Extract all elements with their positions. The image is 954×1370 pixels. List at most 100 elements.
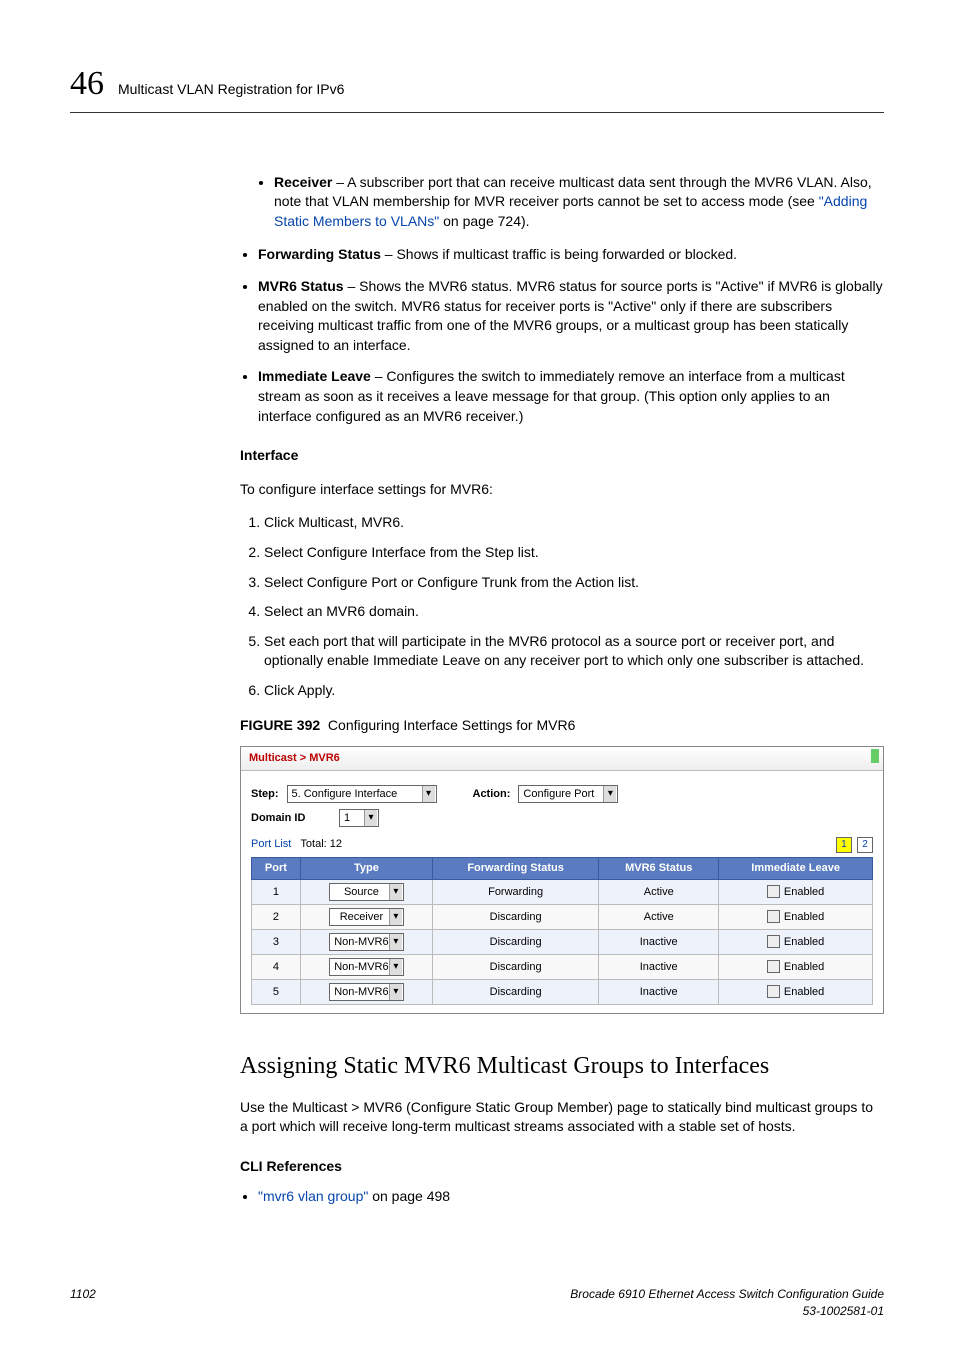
- interface-heading: Interface: [240, 446, 884, 466]
- cli-item: "mvr6 vlan group" on page 498: [258, 1187, 884, 1207]
- shot-body: Step: 5. Configure Interface Action: Con…: [241, 771, 883, 1013]
- type-select[interactable]: Non-MVR6: [329, 933, 404, 951]
- il-label: Enabled: [784, 911, 824, 923]
- il-checkbox[interactable]: [767, 935, 780, 948]
- figure-text: Configuring Interface Settings for MVR6: [328, 717, 575, 733]
- cell-il: Enabled: [719, 980, 873, 1005]
- table-header-row: Port Type Forwarding Status MVR6 Status …: [252, 857, 873, 879]
- cell-type: Non-MVR6: [300, 930, 432, 955]
- action-select[interactable]: Configure Port: [518, 785, 618, 803]
- cell-port: 5: [252, 980, 301, 1005]
- section-para: Use the Multicast > MVR6 (Configure Stat…: [240, 1098, 884, 1137]
- il-checkbox[interactable]: [767, 910, 780, 923]
- domain-select[interactable]: 1: [339, 809, 379, 827]
- chapter-title: Multicast VLAN Registration for IPv6: [118, 80, 344, 100]
- il-label: Enabled: [784, 986, 824, 998]
- shot-breadcrumb: Multicast > MVR6: [241, 747, 883, 771]
- type-select[interactable]: Non-MVR6: [329, 958, 404, 976]
- interface-steps: Click Multicast, MVR6. Select Configure …: [240, 513, 884, 700]
- cli-text: on page 498: [368, 1188, 450, 1204]
- il-checkbox[interactable]: [767, 885, 780, 898]
- shot-row-step: Step: 5. Configure Interface Action: Con…: [251, 785, 873, 803]
- receiver-text-a: – A subscriber port that can receive mul…: [274, 174, 872, 210]
- il-label: Immediate Leave: [258, 368, 371, 384]
- type-select[interactable]: Receiver: [329, 908, 404, 926]
- step-5: Set each port that will participate in t…: [264, 632, 884, 671]
- il-label: Enabled: [784, 961, 824, 973]
- table-row: 1 Source Forwarding Active Enabled: [252, 880, 873, 905]
- cell-mvr: Inactive: [599, 955, 719, 980]
- domain-label: Domain ID: [251, 811, 331, 826]
- cli-list: "mvr6 vlan group" on page 498: [240, 1187, 884, 1207]
- col-type: Type: [300, 857, 432, 879]
- step-1: Click Multicast, MVR6.: [264, 513, 884, 533]
- cell-mvr: Inactive: [599, 930, 719, 955]
- cell-type: Non-MVR6: [300, 980, 432, 1005]
- page-header: 46 Multicast VLAN Registration for IPv6: [70, 60, 884, 113]
- bullet-mvr6-status: MVR6 Status – Shows the MVR6 status. MVR…: [258, 277, 884, 355]
- cell-port: 2: [252, 905, 301, 930]
- type-select[interactable]: Source: [329, 883, 404, 901]
- figure-label: FIGURE 392: [240, 717, 320, 733]
- section-title: Assigning Static MVR6 Multicast Groups t…: [240, 1050, 884, 1084]
- cell-port: 1: [252, 880, 301, 905]
- step-4: Select an MVR6 domain.: [264, 602, 884, 622]
- col-port: Port: [252, 857, 301, 879]
- table-row: 3 Non-MVR6 Discarding Inactive Enabled: [252, 930, 873, 955]
- receiver-sublist: Receiver – A subscriber port that can re…: [240, 173, 884, 232]
- receiver-text-b: on page 724).: [439, 213, 529, 229]
- step-select[interactable]: 5. Configure Interface: [287, 785, 437, 803]
- page-2[interactable]: 2: [857, 837, 873, 853]
- bullet-immediate-leave: Immediate Leave – Configures the switch …: [258, 367, 884, 426]
- mvr-text: – Shows the MVR6 status. MVR6 status for…: [258, 278, 883, 353]
- il-checkbox[interactable]: [767, 960, 780, 973]
- bullet-forwarding-status: Forwarding Status – Shows if multicast t…: [258, 245, 884, 265]
- mvr-label: MVR6 Status: [258, 278, 344, 294]
- il-checkbox[interactable]: [767, 985, 780, 998]
- cell-port: 3: [252, 930, 301, 955]
- cell-fs: Forwarding: [433, 880, 599, 905]
- footer-book: Brocade 6910 Ethernet Access Switch Conf…: [570, 1287, 884, 1301]
- interface-intro: To configure interface settings for MVR6…: [240, 480, 884, 500]
- col-mvr: MVR6 Status: [599, 857, 719, 879]
- col-il: Immediate Leave: [719, 857, 873, 879]
- cell-fs: Discarding: [433, 980, 599, 1005]
- type-select[interactable]: Non-MVR6: [329, 983, 404, 1001]
- shot-row-domain: Domain ID 1: [251, 809, 873, 827]
- screenshot: Multicast > MVR6 Step: 5. Configure Inte…: [240, 746, 884, 1014]
- cell-type: Receiver: [300, 905, 432, 930]
- step-2: Select Configure Interface from the Step…: [264, 543, 884, 563]
- page-footer: 1102 Brocade 6910 Ethernet Access Switch…: [70, 1286, 884, 1320]
- fs-text: – Shows if multicast traffic is being fo…: [381, 246, 737, 262]
- step-6: Click Apply.: [264, 681, 884, 701]
- cell-mvr: Active: [599, 880, 719, 905]
- content-body: Receiver – A subscriber port that can re…: [240, 173, 884, 1207]
- cell-il: Enabled: [719, 880, 873, 905]
- cell-mvr: Inactive: [599, 980, 719, 1005]
- cell-port: 4: [252, 955, 301, 980]
- page-1[interactable]: 1: [836, 837, 852, 853]
- cell-fs: Discarding: [433, 905, 599, 930]
- table-row: 4 Non-MVR6 Discarding Inactive Enabled: [252, 955, 873, 980]
- port-list-total: Total: 12: [300, 838, 342, 850]
- action-label: Action:: [473, 787, 511, 802]
- footer-docnum: 53-1002581-01: [803, 1304, 884, 1318]
- pager: 1 2: [834, 837, 873, 853]
- cell-mvr: Active: [599, 905, 719, 930]
- il-label: Enabled: [784, 886, 824, 898]
- cli-link[interactable]: "mvr6 vlan group": [258, 1188, 368, 1204]
- receiver-label: Receiver: [274, 174, 332, 190]
- step-label: Step:: [251, 787, 279, 802]
- chapter-number: 46: [70, 60, 104, 108]
- port-table: Port Type Forwarding Status MVR6 Status …: [251, 857, 873, 1005]
- cell-il: Enabled: [719, 905, 873, 930]
- cell-il: Enabled: [719, 955, 873, 980]
- cli-heading: CLI References: [240, 1157, 884, 1177]
- receiver-bullet: Receiver – A subscriber port that can re…: [274, 173, 884, 232]
- port-list-header: 1 2 Port List Total: 12: [251, 837, 873, 852]
- table-row: 5 Non-MVR6 Discarding Inactive Enabled: [252, 980, 873, 1005]
- cell-fs: Discarding: [433, 930, 599, 955]
- cell-type: Non-MVR6: [300, 955, 432, 980]
- main-bullets: Forwarding Status – Shows if multicast t…: [240, 245, 884, 426]
- cell-fs: Discarding: [433, 955, 599, 980]
